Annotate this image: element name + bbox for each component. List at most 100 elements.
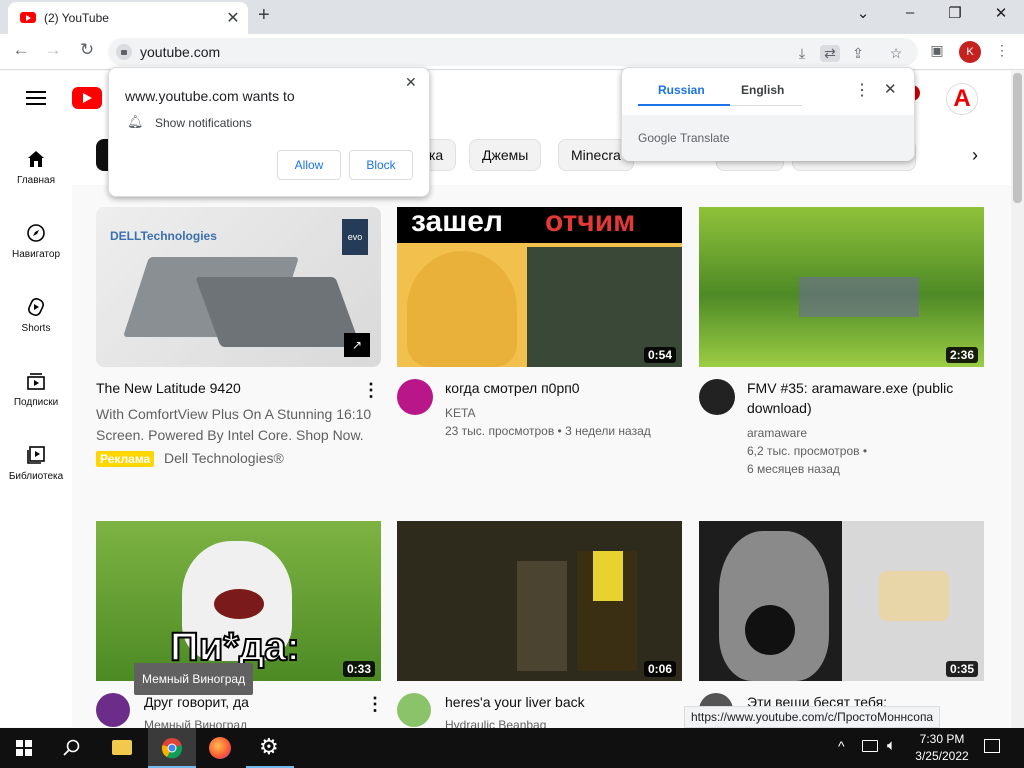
allow-button[interactable]: Allow xyxy=(277,150,341,180)
video-meta: 6 месяцев назад xyxy=(747,462,840,476)
search-icon[interactable] xyxy=(63,739,81,757)
glitch-image xyxy=(799,277,919,317)
folder-icon xyxy=(112,740,132,755)
sidebar-item-home[interactable]: Главная xyxy=(0,127,72,201)
forward-icon[interactable]: → xyxy=(42,40,64,60)
thumb-text: зашел xyxy=(411,207,503,238)
side-panel-icon[interactable]: ▣ xyxy=(927,42,947,59)
windows-taskbar: ⚙ ^ 🔈︎ 7:30 PM 3/25/2022 xyxy=(0,728,1024,768)
install-icon[interactable]: ⤓ xyxy=(792,45,812,62)
toilet-paper-roll xyxy=(879,571,949,621)
windows-start-icon[interactable] xyxy=(16,740,32,756)
permission-item: Show notifications xyxy=(155,116,252,130)
url-text[interactable]: youtube.com xyxy=(140,44,220,60)
video-thumbnail[interactable]: Пи*да: 0:33 xyxy=(96,521,381,681)
address-bar[interactable]: youtube.com ⤓ ⇄ ⇪ ☆ xyxy=(108,38,918,66)
block-button[interactable]: Block xyxy=(349,150,413,180)
translate-footer: Google Translate xyxy=(622,115,914,161)
bell-icon: 🔔︎ xyxy=(127,114,144,129)
video-title[interactable]: FMV #35: aramaware.exe (public download) xyxy=(747,378,977,418)
shorts-icon xyxy=(28,298,44,316)
tab-search-icon[interactable]: ⌄ xyxy=(848,4,878,22)
video-title[interactable]: когда смотрел п0рп0 xyxy=(445,378,675,398)
tab-close-icon[interactable]: ✕ xyxy=(224,8,242,28)
volume-icon[interactable]: 🔈︎ xyxy=(887,737,896,754)
monster-mouth xyxy=(214,589,264,619)
channel-avatar[interactable] xyxy=(397,379,433,415)
clock-time[interactable]: 7:30 PM xyxy=(914,732,970,746)
account-avatar[interactable]: A xyxy=(946,83,978,115)
sidebar-item-explore[interactable]: Навигатор xyxy=(0,201,72,275)
firefox-icon xyxy=(209,737,231,759)
external-link-icon[interactable]: ↗ xyxy=(344,333,370,357)
channel-name[interactable]: Hydraulic Beanbag xyxy=(445,716,546,728)
google-brand: Google xyxy=(638,131,677,145)
new-tab-icon[interactable]: + xyxy=(258,4,270,27)
channel-name[interactable]: Мемный Виноград xyxy=(144,716,247,728)
menu-icon[interactable] xyxy=(26,91,46,105)
library-icon xyxy=(27,446,45,464)
share-icon[interactable]: ⇪ xyxy=(848,45,868,62)
scrollbar[interactable] xyxy=(1011,71,1024,728)
video-thumbnail[interactable]: зашел отчим 0:54 xyxy=(397,207,682,367)
clock-date[interactable]: 3/25/2022 xyxy=(908,749,976,763)
sidebar-item-label: Главная xyxy=(16,175,56,186)
youtube-logo[interactable] xyxy=(72,87,102,109)
translate-brand: Translate xyxy=(680,131,730,145)
video-title[interactable]: heres'a your liver back xyxy=(445,692,675,712)
scrollbar-thumb[interactable] xyxy=(1013,73,1022,203)
chevron-up-icon[interactable]: ^ xyxy=(838,738,845,754)
reload-icon[interactable]: ↻ xyxy=(76,40,98,60)
video-thumbnail[interactable]: 0:06 xyxy=(397,521,682,681)
subscriptions-icon xyxy=(27,373,45,390)
profile-avatar[interactable]: K xyxy=(959,41,981,63)
tab-source-language[interactable]: Russian xyxy=(658,83,705,97)
channel-name[interactable]: Dell Technologies® xyxy=(164,450,284,466)
bookmark-star-icon[interactable]: ☆ xyxy=(886,45,906,62)
video-title[interactable]: The New Latitude 9420 xyxy=(96,378,326,398)
lock-icon[interactable] xyxy=(116,44,132,60)
settings-app[interactable]: ⚙ xyxy=(246,728,294,768)
sidebar-item-library[interactable]: Библиотека xyxy=(0,423,72,497)
sidebar-item-shorts[interactable]: Shorts xyxy=(0,275,72,349)
chrome-menu-icon[interactable]: ⋮ xyxy=(992,42,1012,59)
more-options-icon[interactable]: ⋮ xyxy=(854,80,870,100)
kebab-menu-icon[interactable]: ⋮ xyxy=(362,380,380,401)
tab-divider xyxy=(730,105,802,106)
channel-avatar[interactable] xyxy=(699,379,735,415)
dell-logo-text: DELLTechnologies xyxy=(110,229,217,243)
file-explorer-app[interactable] xyxy=(98,728,146,768)
sidebar-item-label: Библиотека xyxy=(8,471,64,482)
video-thumbnail[interactable]: DELLTechnologies evo ↗ xyxy=(96,207,381,367)
tab-strip: (2) YouTube ✕ + ⌄ – ❐ ✕ xyxy=(0,0,1024,34)
window-close-icon[interactable]: ✕ xyxy=(986,4,1016,22)
channel-name[interactable]: KETA xyxy=(445,404,475,422)
video-thumbnail[interactable]: 0:35 xyxy=(699,521,984,681)
chrome-app[interactable] xyxy=(148,728,196,768)
translate-icon[interactable]: ⇄ xyxy=(820,45,840,62)
channel-avatar[interactable] xyxy=(96,693,130,727)
firefox-app[interactable] xyxy=(196,728,244,768)
browser-tab[interactable]: (2) YouTube ✕ xyxy=(8,2,248,34)
network-icon[interactable] xyxy=(862,740,878,752)
sidebar-item-subscriptions[interactable]: Подписки xyxy=(0,349,72,423)
channel-avatar[interactable] xyxy=(397,693,431,727)
video-duration: 2:36 xyxy=(945,347,978,363)
popup-title: www.youtube.com wants to xyxy=(125,88,295,104)
minimize-icon[interactable]: – xyxy=(895,4,925,21)
browser-toolbar: ← → ↻ youtube.com ⤓ ⇄ ⇪ ☆ ▣ K ⋮ xyxy=(0,34,1024,70)
restore-icon[interactable]: ❐ xyxy=(940,4,970,22)
translate-close-icon[interactable]: ✕ xyxy=(884,80,897,98)
back-icon[interactable]: ← xyxy=(10,40,32,60)
kebab-menu-icon[interactable]: ⋮ xyxy=(366,694,384,715)
chevron-right-icon[interactable]: › xyxy=(972,145,978,166)
sidebar-item-label: Навигатор xyxy=(11,249,61,260)
popup-close-icon[interactable]: ✕ xyxy=(405,74,417,91)
channel-name[interactable]: aramaware xyxy=(747,424,807,442)
action-center-icon[interactable] xyxy=(984,739,1000,753)
video-title[interactable]: Друг говорит, да xyxy=(144,692,374,712)
video-thumbnail[interactable]: 2:36 xyxy=(699,207,984,367)
laptop-image xyxy=(195,277,361,347)
tab-target-language[interactable]: English xyxy=(741,83,784,97)
chip[interactable]: Джемы xyxy=(469,139,542,171)
